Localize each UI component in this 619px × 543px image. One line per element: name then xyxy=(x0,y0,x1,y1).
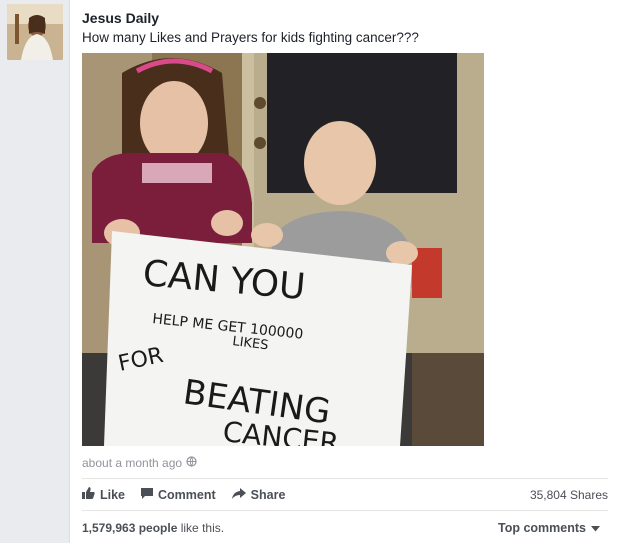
divider xyxy=(82,510,608,511)
page-name-link[interactable]: Jesus Daily xyxy=(82,10,159,26)
comment-label: Comment xyxy=(158,487,216,502)
thumbs-up-icon xyxy=(82,487,95,502)
globe-icon xyxy=(186,456,197,470)
shares-count-link[interactable]: 35,804 Shares xyxy=(530,488,608,502)
comment-button[interactable]: Comment xyxy=(141,487,216,502)
likes-summary: 1,579,963 people like this. xyxy=(82,521,224,535)
post-card: Jesus Daily How many Likes and Prayers f… xyxy=(69,0,619,543)
share-arrow-icon xyxy=(231,487,246,502)
likes-suffix: like this. xyxy=(177,521,225,535)
share-label: Share xyxy=(250,487,286,502)
like-button[interactable]: Like xyxy=(82,487,125,502)
action-bar: Like Comment Share xyxy=(82,487,285,502)
post-meta: about a month ago xyxy=(82,456,197,470)
top-comments-dropdown[interactable]: Top comments xyxy=(498,521,600,535)
post-timestamp-link[interactable]: about a month ago xyxy=(82,456,182,470)
like-label: Like xyxy=(100,487,126,502)
post-text: How many Likes and Prayers for kids figh… xyxy=(82,30,419,45)
divider xyxy=(82,478,608,479)
chevron-down-icon xyxy=(591,521,600,535)
top-comments-label: Top comments xyxy=(498,521,586,535)
page-avatar[interactable] xyxy=(7,4,63,60)
share-button[interactable]: Share xyxy=(231,487,286,502)
likes-count-link[interactable]: 1,579,963 people xyxy=(82,521,177,535)
post-photo[interactable]: CAN YOU HELP ME GET 100000 LIKES FOR BEA… xyxy=(82,53,484,446)
comment-icon xyxy=(141,487,154,502)
